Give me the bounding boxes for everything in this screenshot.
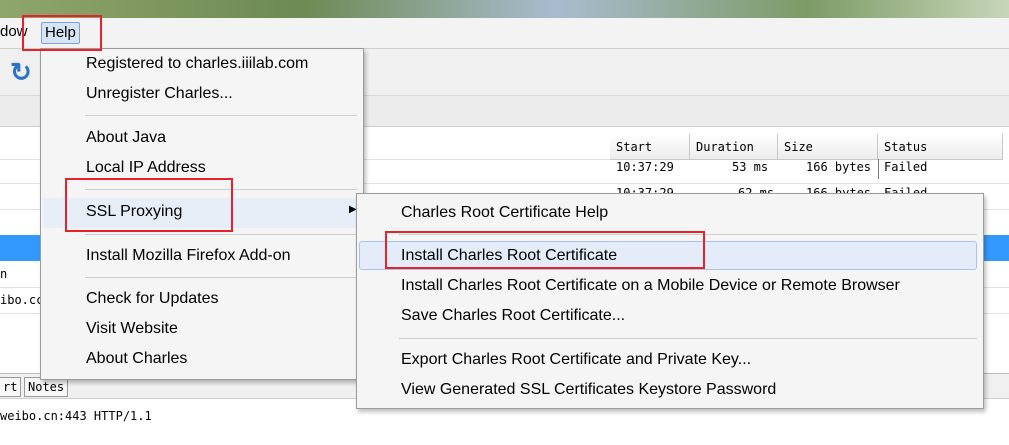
menu-item-about-charles[interactable]: About Charles: [86, 346, 187, 372]
annotation-box-install-cert: [385, 231, 705, 269]
cell-duration: 53 ms: [732, 160, 769, 174]
column-header-size[interactable]: Size: [778, 134, 878, 160]
cell-size: 166 bytes: [806, 186, 872, 193]
menu-separator: [85, 115, 357, 116]
menu-item-registered[interactable]: Registered to charles.iiilab.com: [86, 51, 308, 77]
submenu-item-export-key[interactable]: Export Charles Root Certificate and Priv…: [401, 347, 751, 373]
row-host-fragment: n: [0, 267, 8, 281]
cell-size: 166 bytes: [806, 160, 872, 174]
refresh-icon[interactable]: ↻: [10, 57, 32, 88]
menu-separator: [85, 277, 357, 278]
menu-item-about-java[interactable]: About Java: [86, 125, 166, 151]
annotation-box-help: [22, 15, 102, 51]
menu-item-check-updates[interactable]: Check for Updates: [86, 286, 219, 312]
menu-item-visit-website[interactable]: Visit Website: [86, 316, 178, 342]
column-header-status[interactable]: Status: [878, 134, 1003, 160]
column-header-duration[interactable]: Duration: [690, 134, 778, 160]
cell-start: 10:37:29: [616, 160, 674, 174]
cell-divider: [878, 159, 879, 179]
menu-separator: [399, 338, 977, 339]
cell-start: 10:37:29: [616, 186, 674, 193]
submenu-item-root-cert-help[interactable]: Charles Root Certificate Help: [401, 200, 608, 226]
menu-item-unregister[interactable]: Unregister Charles...: [86, 81, 233, 107]
cell-duration: 62 ms: [738, 186, 775, 193]
cell-status: Failed: [884, 186, 928, 193]
row-host-fragment: ibo.cc: [0, 293, 44, 307]
ssl-proxying-submenu: Charles Root Certificate Help Install Ch…: [356, 193, 984, 409]
menu-item-firefox-addon[interactable]: Install Mozilla Firefox Add-on: [86, 243, 291, 269]
submenu-item-install-mobile[interactable]: Install Charles Root Certificate on a Mo…: [401, 273, 900, 299]
menubar: dow Help: [0, 18, 1009, 49]
menu-separator: [85, 234, 357, 235]
submenu-item-keystore-password[interactable]: View Generated SSL Certificates Keystore…: [401, 377, 776, 403]
title-strip: [0, 0, 1009, 18]
column-header-start[interactable]: Start: [610, 134, 690, 160]
submenu-item-save-root-cert[interactable]: Save Charles Root Certificate...: [401, 303, 625, 329]
annotation-box-ssl-proxying: [65, 178, 233, 232]
request-line-text: weibo.cn:443 HTTP/1.1: [0, 409, 152, 423]
tab-notes[interactable]: Notes: [24, 377, 69, 397]
cell-status: Failed: [884, 160, 928, 174]
tab-partial[interactable]: rt: [0, 377, 22, 397]
